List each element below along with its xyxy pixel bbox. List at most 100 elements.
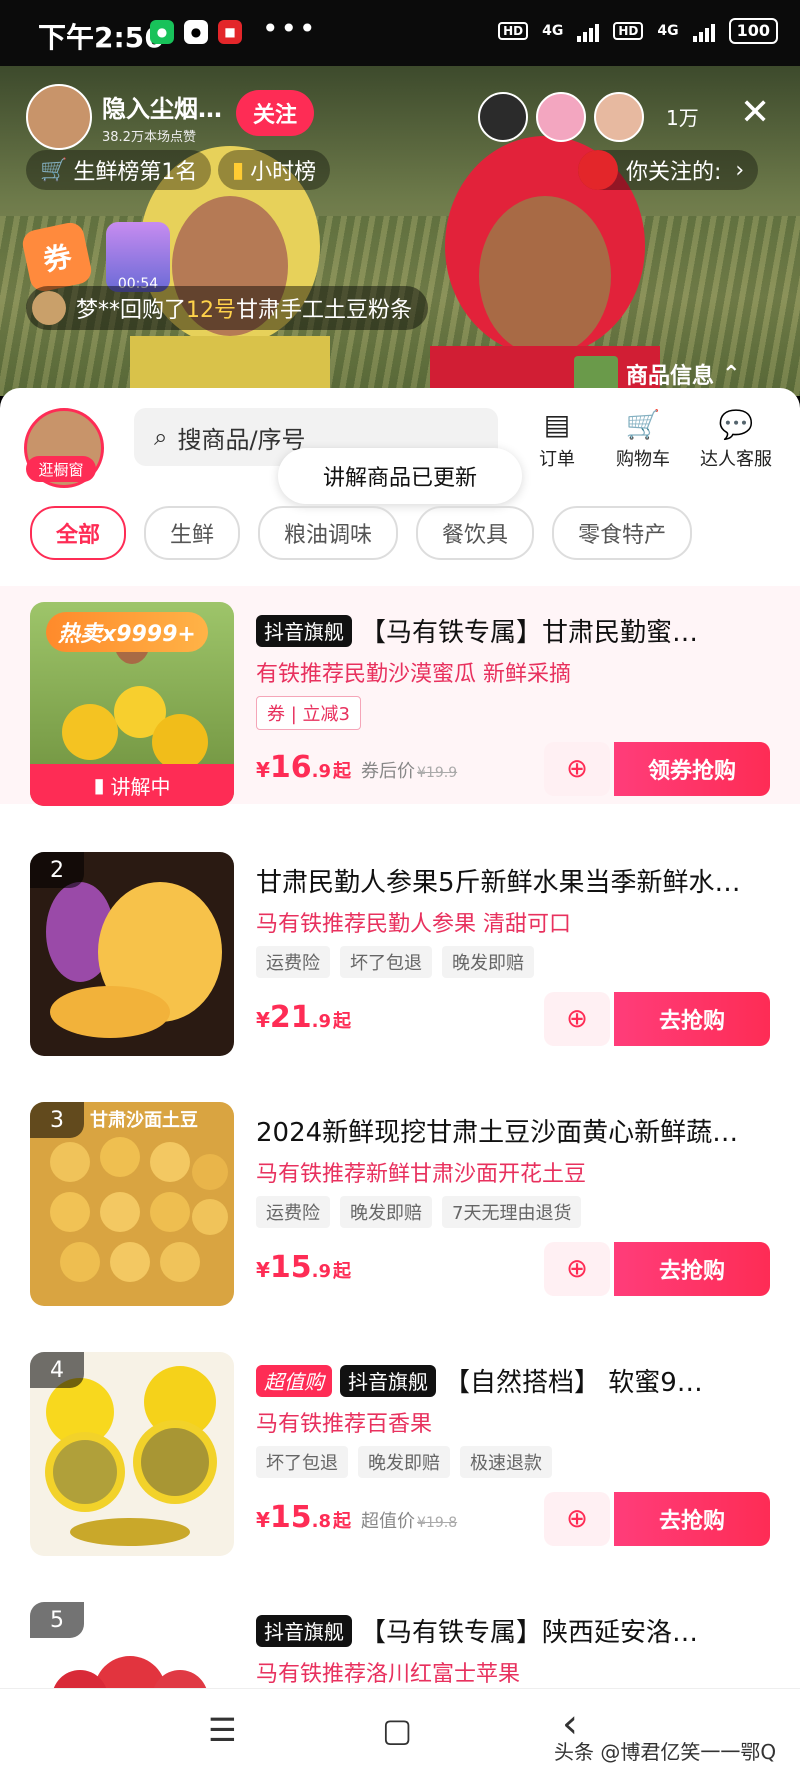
cart-label: 购物车 bbox=[616, 449, 670, 470]
price-suffix: 起 bbox=[333, 761, 352, 782]
product-subtitle: 马有铁推荐洛川红富士苹果 bbox=[256, 1662, 521, 1687]
more-dots: ••• bbox=[262, 12, 318, 45]
battery-icon: 100 bbox=[728, 18, 778, 44]
host-name: 隐入尘烟… bbox=[102, 95, 222, 123]
orders-button[interactable]: ▤ 订单 bbox=[512, 408, 602, 471]
host-avatar[interactable] bbox=[26, 84, 92, 150]
product-card-4[interactable]: 4 超值购 抖音旗舰 【自然搭档】 软蜜9… 马有铁推荐百香果 坏了包退 晚发即… bbox=[0, 1336, 800, 1556]
followed-label: 你关注的: bbox=[626, 160, 722, 185]
hot-sale-badge: 热卖x9999+ bbox=[46, 612, 208, 652]
buy-button[interactable]: 领券抢购 bbox=[614, 742, 770, 796]
live-video[interactable]: 隐入尘烟… 38.2万本场点赞 关注 1万 ✕ 🛒 生鲜榜第1名 ▮ 小时榜 你… bbox=[0, 66, 800, 396]
product-title[interactable]: 抖音旗舰 【马有铁专属】陕西延安洛… bbox=[256, 1612, 776, 1649]
rank-badge: 3 bbox=[30, 1102, 84, 1138]
goods-info-button[interactable]: 商品信息 ⌃ bbox=[574, 356, 740, 392]
product-card-2[interactable]: 2 甘肃民勤人参果5斤新鲜水果当季新鲜水… 马有铁推荐民勤人参果 清甜可口 运费… bbox=[0, 836, 800, 1056]
cart-icon: 🛒 bbox=[40, 157, 68, 183]
product-card-3[interactable]: 3 甘肃沙面土豆 2024新鲜现挖甘肃土豆沙面黄心新鲜蔬… 马有铁推荐新鲜甘肃沙… bbox=[0, 1086, 800, 1306]
menu-icon[interactable]: ☰ bbox=[208, 1711, 237, 1749]
currency-symbol: ¥ bbox=[256, 758, 270, 782]
product-price: ¥ 15 .8 起 超值价 ¥19.8 bbox=[256, 1500, 457, 1535]
followed-pill[interactable]: 你关注的: › bbox=[578, 150, 759, 190]
viewer-avatar[interactable] bbox=[594, 92, 644, 142]
flagship-tag: 抖音旗舰 bbox=[340, 1364, 436, 1397]
chevron-up-icon: ⌃ bbox=[722, 361, 741, 387]
cart-button[interactable]: 🛒 购物车 bbox=[598, 408, 688, 471]
live-bars-icon: ▮ bbox=[93, 773, 105, 797]
product-title[interactable]: 2024新鲜现挖甘肃土豆沙面黄心新鲜蔬… bbox=[256, 1112, 776, 1149]
tab-grain-oil[interactable]: 粮油调味 bbox=[258, 506, 399, 560]
shop-window-badge[interactable]: 逛橱窗 bbox=[26, 456, 96, 482]
hd-badge: HD bbox=[498, 22, 529, 40]
follow-button[interactable]: 关注 bbox=[236, 90, 314, 136]
product-title[interactable]: 甘肃民勤人参果5斤新鲜水果当季新鲜水… bbox=[256, 862, 776, 899]
explaining-badge: ▮ 讲解中 bbox=[30, 764, 234, 806]
product-tags: 券 | 立减3 bbox=[256, 696, 361, 730]
service-tag: 极速退款 bbox=[460, 1446, 552, 1478]
add-to-cart-button[interactable]: ⊕ bbox=[544, 1492, 610, 1546]
search-icon: ⌕ bbox=[154, 423, 168, 451]
buyer-avatar bbox=[32, 291, 66, 325]
add-to-cart-button[interactable]: ⊕ bbox=[544, 992, 610, 1046]
price-note: 券后价 bbox=[361, 761, 416, 782]
service-label: 达人客服 bbox=[700, 449, 772, 470]
order-icon: ▤ bbox=[543, 408, 571, 441]
tab-snacks[interactable]: 零食特产 bbox=[552, 506, 693, 560]
product-title[interactable]: 抖音旗舰 【马有铁专属】甘肃民勤蜜… bbox=[256, 612, 776, 649]
price-integer: 21 bbox=[269, 1000, 312, 1035]
signal-icon bbox=[577, 20, 600, 42]
orders-label: 订单 bbox=[539, 449, 575, 470]
home-icon[interactable]: ▢ bbox=[382, 1711, 412, 1749]
service-tag: 晚发即赔 bbox=[340, 1196, 432, 1228]
product-title[interactable]: 超值购 抖音旗舰 【自然搭档】 软蜜9… bbox=[256, 1362, 776, 1399]
service-tag: 运费险 bbox=[256, 946, 330, 978]
gift-icon[interactable]: 00:54 bbox=[106, 222, 170, 292]
viewer-avatars[interactable] bbox=[478, 92, 644, 142]
tab-all[interactable]: 全部 bbox=[30, 506, 127, 560]
price-decimal: .9 bbox=[311, 1011, 332, 1032]
tab-tableware[interactable]: 餐饮具 bbox=[416, 506, 535, 560]
price-integer: 15 bbox=[269, 1500, 312, 1535]
product-image[interactable]: 5 bbox=[30, 1602, 234, 1688]
product-image[interactable]: 2 bbox=[30, 852, 234, 1056]
product-tags: 运费险 晚发即赔 7天无理由退货 bbox=[256, 1196, 582, 1228]
viewer-avatar[interactable] bbox=[536, 92, 586, 142]
add-to-cart-button[interactable]: ⊕ bbox=[544, 742, 610, 796]
coupon-icon[interactable]: 券 bbox=[20, 220, 94, 294]
status-time: 下午2:56 bbox=[38, 21, 164, 54]
price-suffix: 起 bbox=[333, 1011, 352, 1032]
update-tooltip: 讲解商品已更新 bbox=[278, 448, 522, 504]
viewer-avatar[interactable] bbox=[478, 92, 528, 142]
add-to-cart-button[interactable]: ⊕ bbox=[544, 1242, 610, 1296]
rank-fresh-pill[interactable]: 🛒 生鲜榜第1名 bbox=[26, 150, 212, 190]
product-image[interactable]: 热卖x9999+ ▮ 讲解中 bbox=[30, 602, 234, 806]
search-placeholder: 搜商品/序号 bbox=[177, 425, 306, 454]
tab-fresh[interactable]: 生鲜 bbox=[144, 506, 241, 560]
hd-badge-2: HD bbox=[613, 22, 644, 40]
product-subtitle: 马有铁推荐民勤人参果 清甜可口 bbox=[256, 912, 571, 937]
original-price: ¥19.9 bbox=[417, 765, 458, 781]
product-card-1[interactable]: 热卖x9999+ ▮ 讲解中 抖音旗舰 【马有铁专属】甘肃民勤蜜… 有铁推荐民勤… bbox=[0, 586, 800, 806]
system-nav-bar: ☰ ▢ ‹ bbox=[0, 1688, 800, 1779]
buy-button[interactable]: 去抢购 bbox=[614, 1492, 770, 1546]
signal-icon-2 bbox=[692, 20, 715, 42]
buy-button[interactable]: 去抢购 bbox=[614, 992, 770, 1046]
product-image[interactable]: 4 bbox=[30, 1352, 234, 1556]
product-image[interactable]: 3 甘肃沙面土豆 bbox=[30, 1102, 234, 1306]
service-button[interactable]: 💬 达人客服 bbox=[686, 408, 786, 471]
cart-plus-icon: ⊕ bbox=[566, 1004, 588, 1034]
close-icon[interactable]: ✕ bbox=[740, 92, 770, 133]
host-info[interactable]: 隐入尘烟… 38.2万本场点赞 bbox=[26, 84, 222, 150]
toutiao-icon: ■ bbox=[218, 20, 242, 44]
product-title-text: 2024新鲜现挖甘肃土豆沙面黄心新鲜蔬… bbox=[256, 1118, 739, 1148]
service-tag: 坏了包退 bbox=[340, 946, 432, 978]
buyer-name: 梦** bbox=[76, 298, 121, 323]
rank-badge: 2 bbox=[30, 852, 84, 888]
buy-button[interactable]: 去抢购 bbox=[614, 1242, 770, 1296]
viewer-count[interactable]: 1万 bbox=[666, 102, 699, 131]
cart-plus-icon: ⊕ bbox=[566, 1504, 588, 1534]
rank-hour-pill[interactable]: ▮ 小时榜 bbox=[218, 150, 331, 190]
product-price: ¥ 16 .9 起 券后价 ¥19.9 bbox=[256, 750, 457, 785]
product-card-5[interactable]: 5 抖音旗舰 【马有铁专属】陕西延安洛… 马有铁推荐洛川红富士苹果 bbox=[0, 1586, 800, 1688]
status-app-icons: ● ● ■ bbox=[150, 20, 242, 44]
